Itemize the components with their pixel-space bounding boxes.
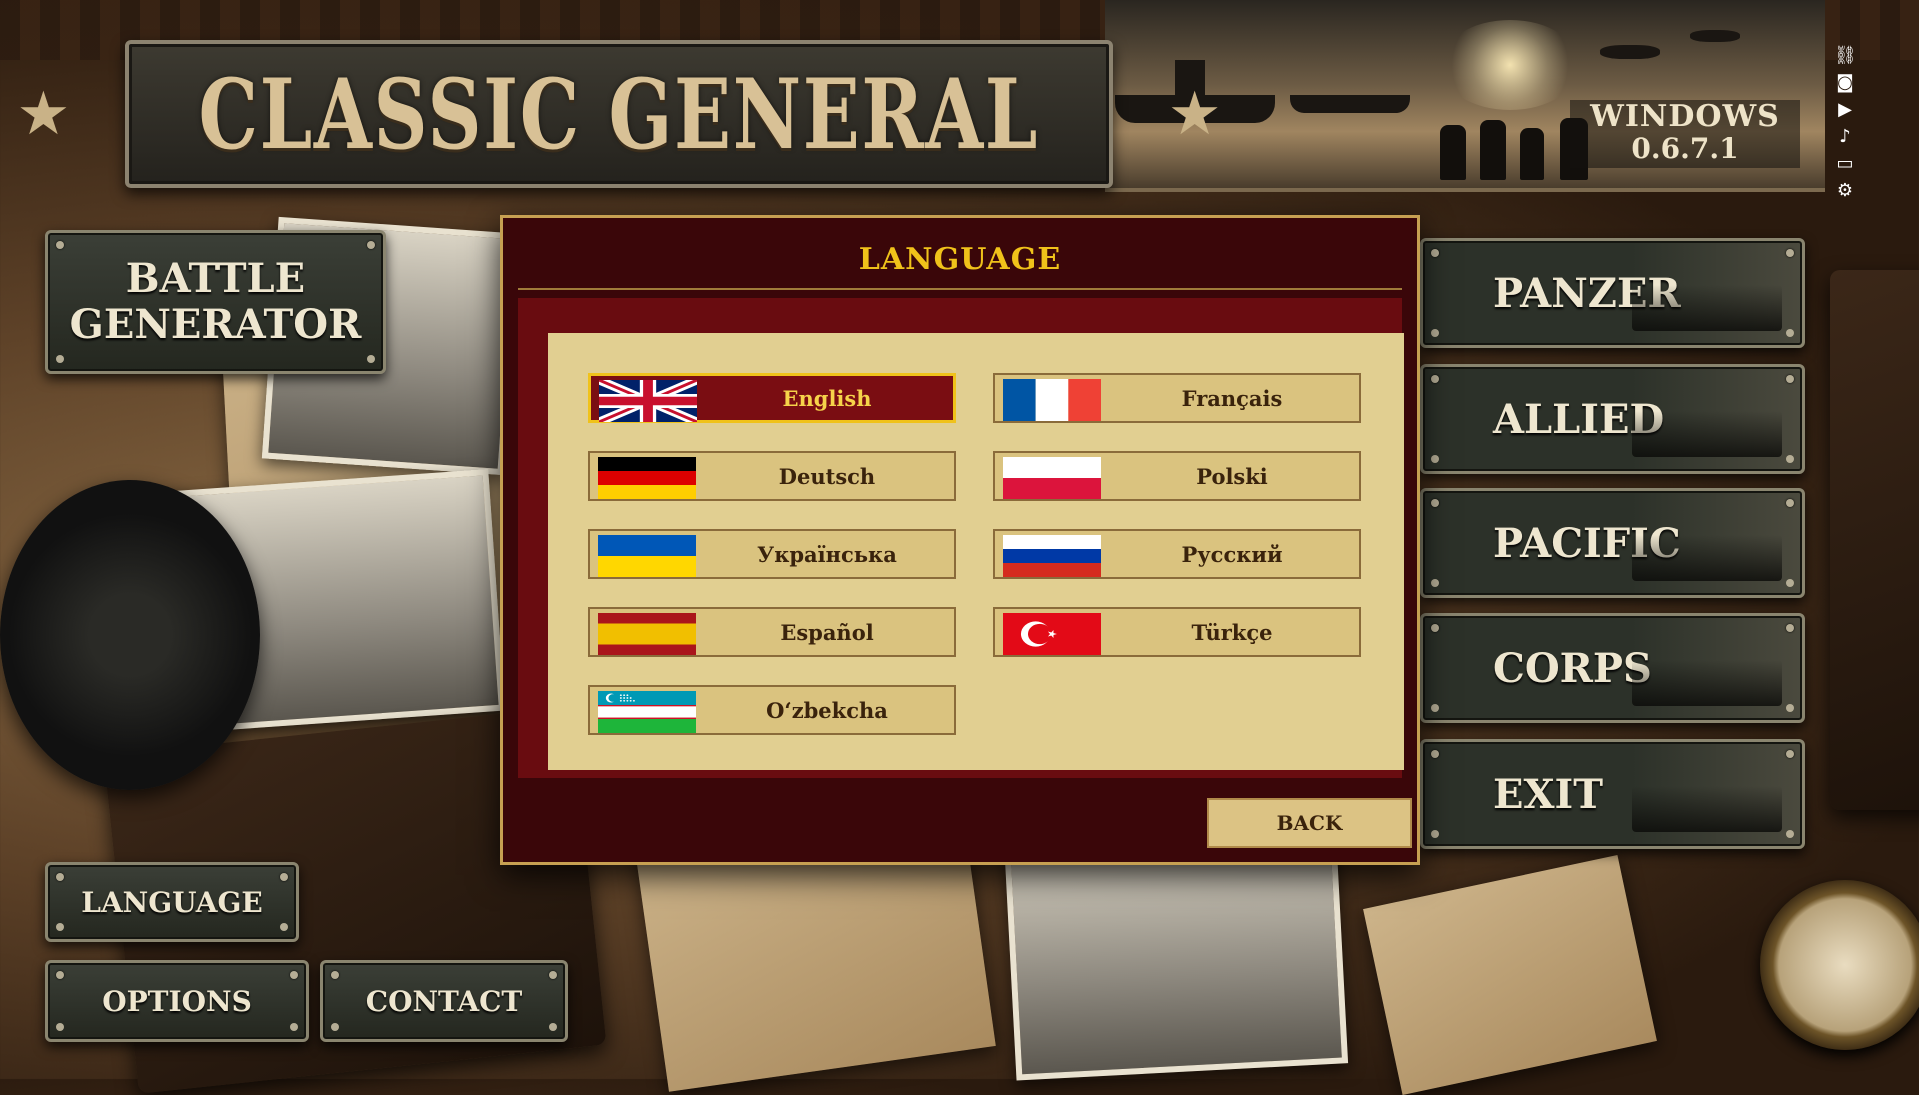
language-option-english[interactable]: English [588,373,956,423]
battle-generator-button[interactable]: BATTLE GENERATOR [45,230,386,374]
pacific-campaign-button[interactable]: PACIFIC [1420,488,1805,598]
version-platform: WINDOWS [1590,99,1780,134]
germany-flag-icon [598,457,696,499]
star-icon: ★ [1167,79,1222,149]
window-icon[interactable]: ▭ [1834,154,1856,174]
poland-flag-icon [1003,457,1101,499]
link-icon[interactable]: ⛓ [1834,46,1857,66]
star-icon: ★ [16,79,71,149]
version-number: 0.6.7.1 [1631,132,1739,165]
language-label: Türkçe [1191,619,1273,645]
language-option-russian[interactable]: Русский [993,529,1361,579]
language-label: Українська [757,541,897,567]
dialog-body: English Français Deutsch Polski Українсь… [518,298,1404,778]
language-label: Deutsch [778,463,876,489]
language-button[interactable]: LANGUAGE [45,862,299,942]
uk-flag-icon [599,380,697,422]
france-flag-icon [1003,379,1101,421]
language-label: Français [1181,385,1283,411]
language-option-french[interactable]: Français [993,373,1361,423]
russia-flag-icon [1003,535,1101,577]
officers-image [1632,660,1782,706]
corps-campaign-button[interactable]: CORPS [1420,613,1805,723]
language-label: Español [780,619,874,645]
capture-toolbar: ⛓ ◙ ▶ ♪ ▭ ⚙ [1828,46,1862,201]
language-option-spanish[interactable]: Español [588,607,956,657]
language-option-turkish[interactable]: Türkçe [993,607,1361,657]
tank-image [1632,285,1782,331]
options-button-label: OPTIONS [102,984,252,1018]
dialog-title: LANGUAGE [858,242,1062,277]
ukraine-flag-icon [598,535,696,577]
language-label: Polski [1196,463,1268,489]
contact-button[interactable]: CONTACT [320,960,568,1042]
spain-flag-icon [598,613,696,655]
divider [518,288,1402,290]
language-option-ukrainian[interactable]: Українська [588,529,956,579]
battle-generator-label-line1: BATTLE [125,255,306,302]
options-button[interactable]: OPTIONS [45,960,309,1042]
back-button-label: BACK [1276,811,1343,835]
back-button[interactable]: BACK [1207,798,1412,848]
version-label: WINDOWS 0.6.7.1 [1570,100,1800,168]
soldiers-image [1632,411,1782,457]
language-option-uzbek[interactable]: O‘zbekcha [588,685,956,735]
allied-campaign-button[interactable]: ALLIED [1420,364,1805,474]
exit-label: EXIT [1493,770,1603,818]
language-label: O‘zbekcha [766,697,888,723]
gear-icon[interactable]: ⚙ [1834,181,1856,201]
door-image [1632,786,1782,832]
language-list: English Français Deutsch Polski Українсь… [548,333,1404,770]
contact-button-label: CONTACT [365,984,523,1018]
camera-icon[interactable]: ◙ [1834,73,1856,93]
language-option-polish[interactable]: Polski [993,451,1361,501]
game-title: CLASSIC GENERAL [198,57,1040,171]
video-icon[interactable]: ▶ [1834,100,1856,120]
microphone-icon[interactable]: ♪ [1834,127,1856,147]
uzbekistan-flag-icon [598,691,696,733]
turkey-flag-icon [1003,613,1101,655]
exit-button[interactable]: EXIT [1420,739,1805,849]
corps-label: CORPS [1493,644,1652,692]
language-option-german[interactable]: Deutsch [588,451,956,501]
language-label: English [782,385,872,411]
battle-generator-label-line2: GENERATOR [69,301,362,348]
panzer-campaign-button[interactable]: PANZER [1420,238,1805,348]
warship-image [1632,535,1782,581]
language-label: Русский [1181,541,1283,567]
game-title-plate: ★ CLASSIC GENERAL ★ [16,40,1222,188]
language-button-label: LANGUAGE [81,885,263,919]
language-dialog: LANGUAGE English Français Deutsch Polski… [500,215,1420,865]
